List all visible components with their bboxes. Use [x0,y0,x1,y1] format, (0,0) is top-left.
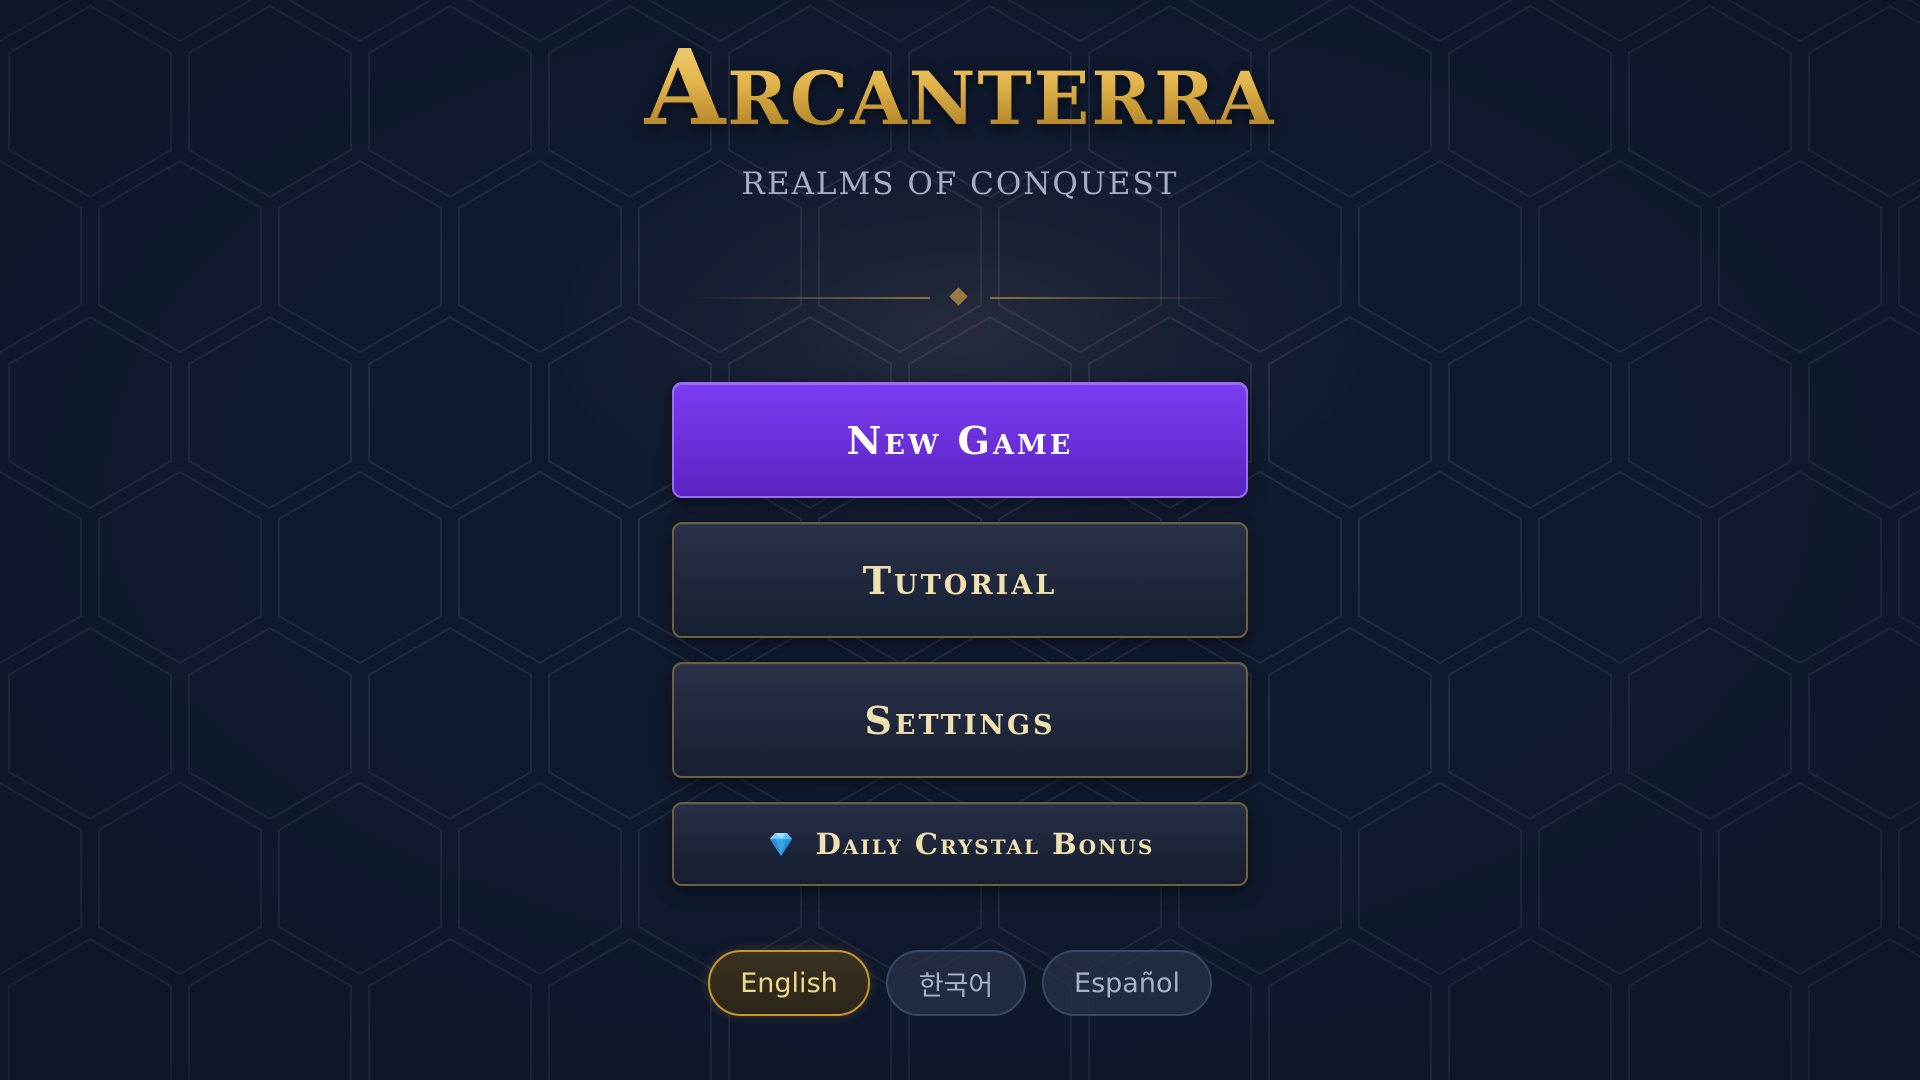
daily-crystal-bonus-button[interactable]: Daily Crystal Bonus [672,802,1248,886]
new-game-button[interactable]: New Game [672,382,1248,498]
language-option-spanish[interactable]: Español [1042,950,1212,1016]
tutorial-label: Tutorial [862,557,1058,603]
diamond-ornament-icon [949,287,968,306]
language-option-korean[interactable]: 한국어 [886,950,1026,1016]
game-subtitle: REALMS OF CONQUEST [741,166,1179,202]
new-game-label: New Game [846,417,1074,463]
language-option-english[interactable]: English [708,950,870,1016]
game-title: Arcanterra [0,18,1920,158]
settings-label: Settings [864,697,1056,743]
daily-crystal-bonus-label: Daily Crystal Bonus [815,827,1155,861]
ornamental-divider [690,286,1230,310]
language-selector: English 한국어 Español [0,950,1920,1018]
main-menu-screen: Arcanterra REALMS OF CONQUEST New Game T… [0,0,1920,1080]
divider-line-right [990,297,1230,299]
tutorial-button[interactable]: Tutorial [672,522,1248,638]
divider-line-left [690,297,930,299]
gem-icon [769,833,792,856]
settings-button[interactable]: Settings [672,662,1248,778]
